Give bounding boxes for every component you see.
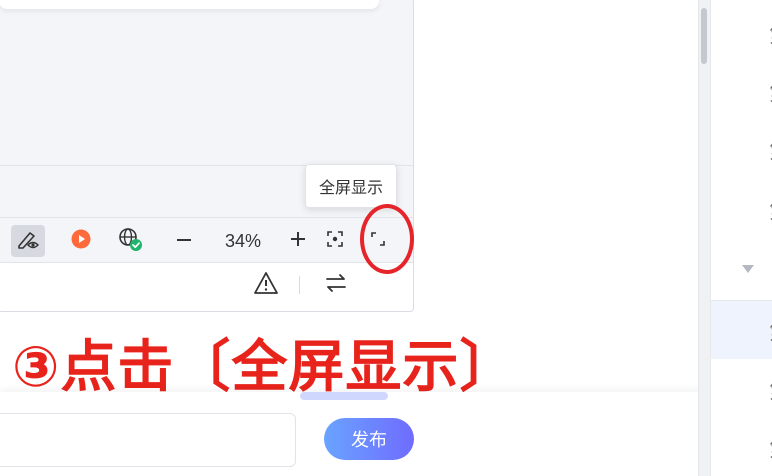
sidebar-divider [710,300,772,301]
comment-input[interactable] [0,413,296,467]
editor-bottom-strip [0,263,413,311]
sidebar-item-active[interactable]: 第 [711,301,772,359]
decorative-blob [300,392,388,400]
chevron-down-icon[interactable] [742,265,754,273]
pen-view-button[interactable] [11,225,45,257]
fullscreen-tooltip: 全屏显示 [305,164,397,208]
play-icon [71,229,91,253]
sidebar-item[interactable]: 第 [711,360,772,418]
editor-canvas[interactable] [0,0,413,165]
zoom-in-button[interactable] [287,230,309,252]
sidebar-item[interactable]: 第 [711,180,772,238]
pen-eye-icon [16,228,40,254]
warning-icon [253,271,279,299]
app-root: 34% 全屏显示 ③点击〔全屏显示〕 发布 [0,0,772,476]
editor-panel: 34% [0,0,414,312]
globe-check-icon [117,226,143,256]
instruction-annotation: ③点击〔全屏显示〕 [12,335,517,400]
publish-button[interactable]: 发布 [324,418,414,460]
focus-frame-icon [326,230,344,252]
sidebar-item[interactable]: 第 [711,120,772,178]
editor-toolbar: 34% [0,217,413,263]
warning-button[interactable] [252,272,280,298]
sidebar-item[interactable]: 第 [711,418,772,476]
play-button[interactable] [71,229,91,253]
minus-icon [175,231,193,253]
zoom-out-button[interactable] [173,231,195,253]
swap-arrows-icon [324,272,348,298]
highlight-circle [360,204,414,274]
plus-icon [289,230,307,252]
fit-view-button[interactable] [324,230,346,252]
swap-button[interactable] [322,272,350,298]
scrollbar-track[interactable] [698,0,710,476]
sidebar-item[interactable]: 第 [711,62,772,120]
zoom-level: 34% [224,230,262,251]
chapter-sidebar: 第 第 第 第 第 第 第 [710,0,772,476]
sidebar-item[interactable]: 第 [711,4,772,62]
toolbar-divider [299,276,300,294]
publish-web-button[interactable] [117,228,143,254]
scrollbar-thumb[interactable] [701,8,707,64]
content-card [0,0,379,9]
